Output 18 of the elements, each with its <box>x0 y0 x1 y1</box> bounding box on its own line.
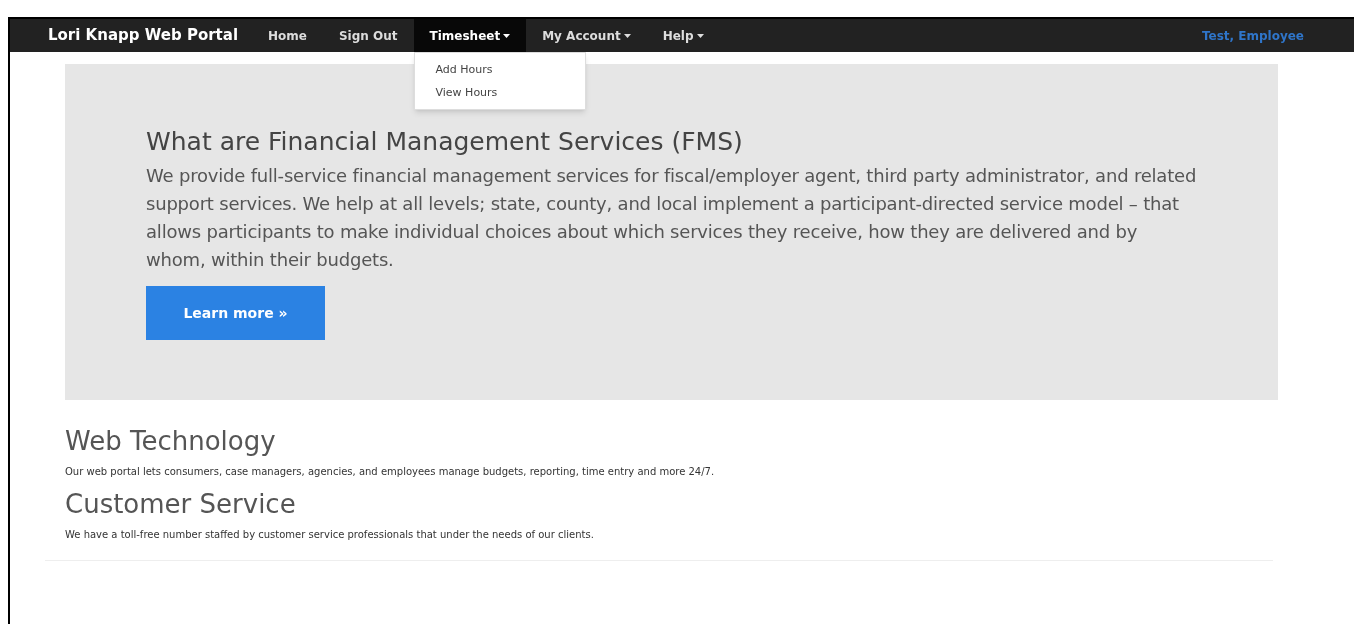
caret-icon <box>623 33 631 38</box>
section-text: Our web portal lets consumers, case managers, agencies, and employees manage budgets, reporting, time entry and more 24/7. <box>65 465 716 479</box>
hero-title: What are Financial Management Services (FMS) <box>146 126 744 158</box>
nav-item[interactable]: Home <box>252 19 323 52</box>
caret-icon <box>503 33 511 38</box>
menu-item[interactable]: View Hours <box>414 81 585 104</box>
section-text: We have a toll-free number staffed by customer service professionals that under the needs of our clients. <box>65 528 595 542</box>
nav-item[interactable]: My Account <box>526 19 647 52</box>
section-title: Web Technology <box>65 425 277 458</box>
nav-item[interactable]: Timesheet <box>413 19 527 52</box>
nav-item[interactable]: Help <box>646 19 720 52</box>
menu-item[interactable]: Add Hours <box>414 58 585 81</box>
learn-more-button[interactable]: Learn more » <box>146 286 325 340</box>
section-title: Customer Service <box>65 488 297 521</box>
hero-text: We provide full-service financial management services for fiscal/employer agent, third party administrator, and related support services. We help at all levels; state, county, and local implement a participant-directed service model – that allows participants to make individual choices about which services they receive, how they are delivered and by whom, within their budgets. <box>146 164 1198 272</box>
caret-icon <box>696 33 704 38</box>
brand-name[interactable]: Lori Knapp Web Portal <box>48 24 239 47</box>
nav-item[interactable]: Sign Out <box>322 19 414 52</box>
